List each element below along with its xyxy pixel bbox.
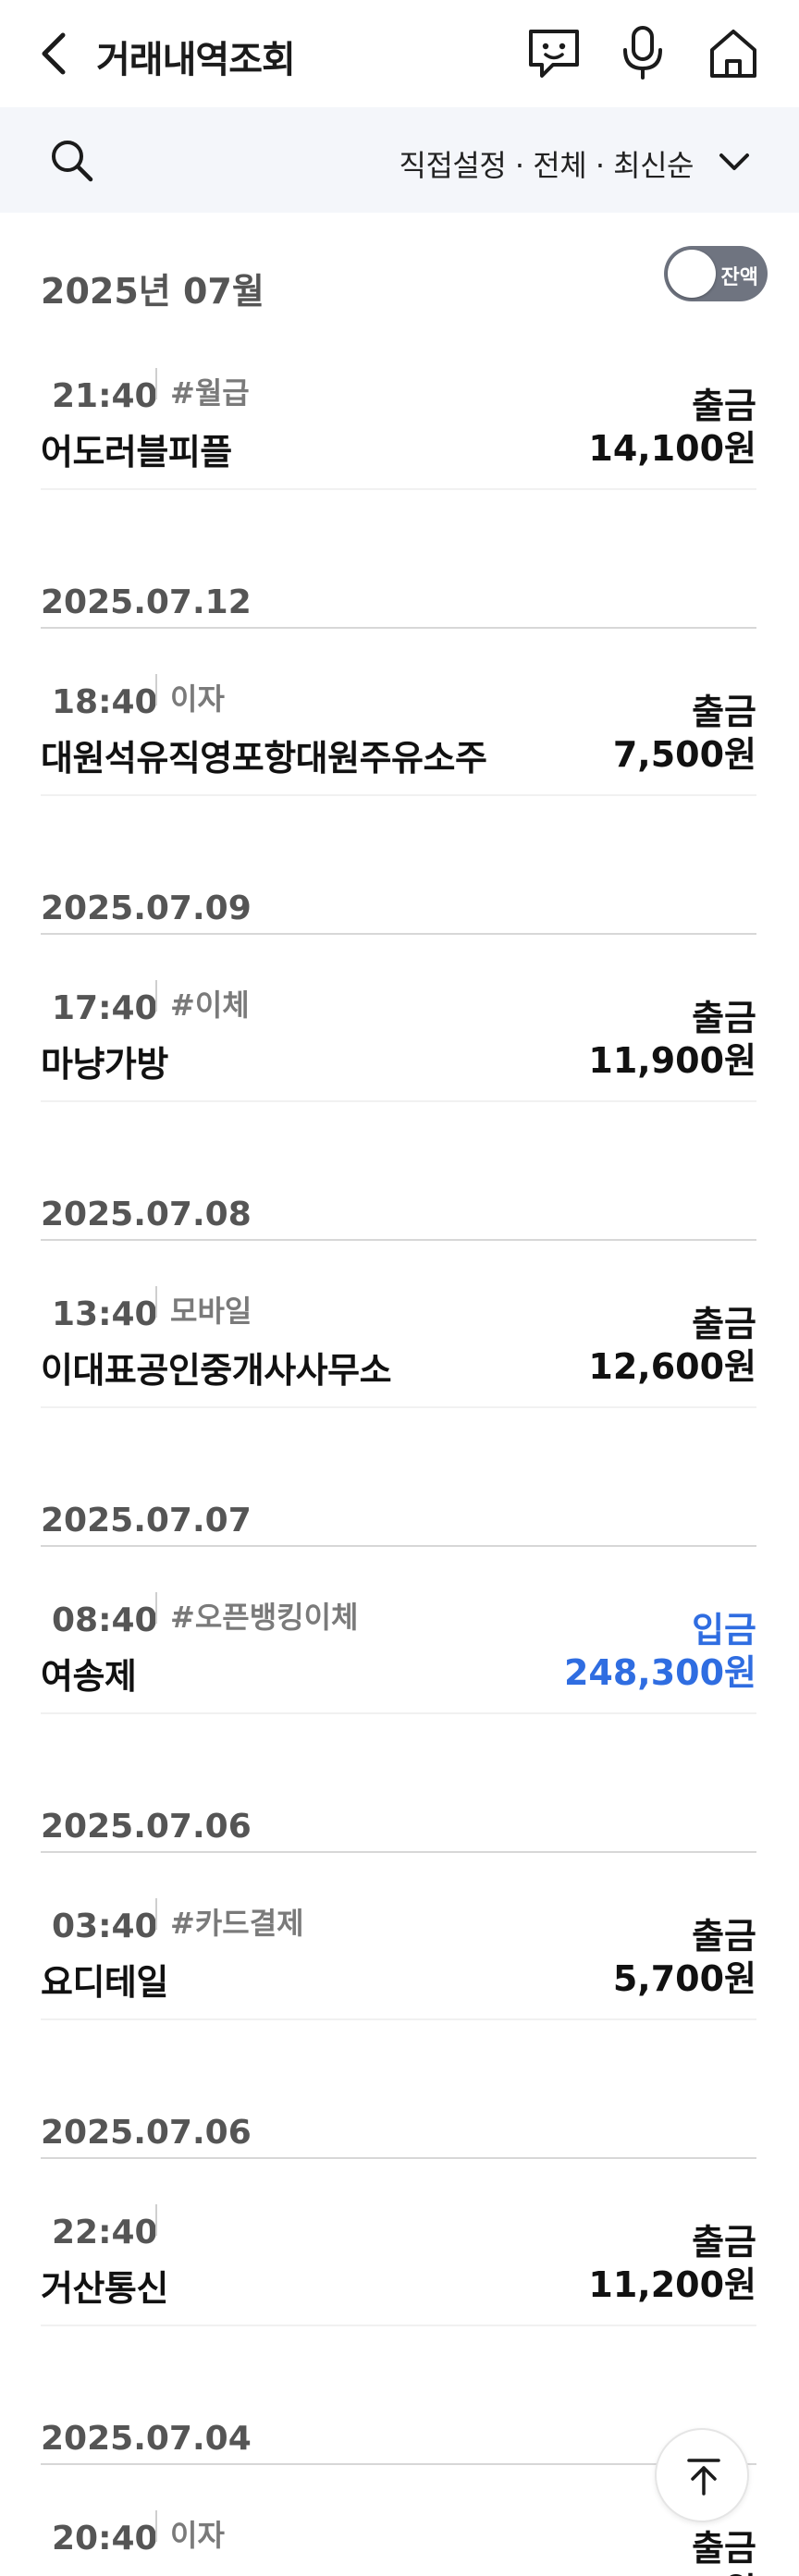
date-header: 2025.07.06 [41, 2114, 756, 2159]
transaction-counterparty: 카피앤프린트 [41, 2566, 232, 2576]
transaction-time: 08:40 [52, 1601, 158, 1639]
transaction-counterparty: 요디테일 [41, 1962, 168, 2003]
transaction-row[interactable]: 17:40 #이체 마냥가방 출금 11,900원 [41, 963, 756, 1102]
time-memo-divider [155, 1592, 157, 1624]
search-icon[interactable] [48, 137, 96, 185]
transaction-counterparty: 대원석유직영포항대원주유소주 [41, 738, 487, 779]
arrow-up-icon [687, 2459, 720, 2496]
toggle-knob [668, 250, 716, 298]
transaction-time: 03:40 [52, 1907, 158, 1945]
transaction-row[interactable]: 21:40 #월급 어도러블피플 출금 14,100원 [41, 351, 756, 490]
transaction-history-page: 거래내역조회 직접설정 · 전체 · 최신순 2025년 07월 잔액 21:4… [0, 0, 799, 2576]
transaction-memo: #카드결제 [170, 1906, 304, 1941]
filter-bar: 직접설정 · 전체 · 최신순 [0, 107, 799, 213]
transaction-time: 21:40 [52, 377, 158, 415]
date-header: 2025.07.08 [41, 1196, 756, 1241]
transaction-memo: 이자 [170, 2518, 225, 2553]
transaction-time: 22:40 [52, 2214, 158, 2251]
date-header: 2025.07.07 [41, 1502, 756, 1547]
transaction-memo: 모바일 [170, 1294, 252, 1329]
transaction-row[interactable]: 08:40 #오픈뱅킹이체 여송제 입금 248,300원 [41, 1576, 756, 1714]
chatbot-icon[interactable] [525, 24, 583, 81]
back-arrow-icon[interactable] [35, 28, 72, 80]
chevron-down-icon[interactable] [716, 148, 753, 176]
date-header: 2025.07.09 [41, 889, 756, 935]
transaction-row[interactable]: 22:40 거산통신 출금 11,200원 [41, 2188, 756, 2326]
date-header: 2025.07.04 [41, 2420, 756, 2465]
page-title: 거래내역조회 [96, 39, 296, 81]
month-header: 2025년 07월 [41, 271, 264, 312]
transaction-counterparty: 거산통신 [41, 2268, 168, 2309]
transaction-time: 13:40 [52, 1295, 158, 1333]
transaction-amount: 8,500원 [613, 2562, 756, 2576]
transaction-time: 17:40 [52, 989, 158, 1027]
transaction-time: 18:40 [52, 683, 158, 721]
transaction-memo: #이체 [170, 987, 250, 1023]
time-memo-divider [155, 368, 157, 399]
time-memo-divider [155, 980, 157, 1012]
transaction-amount: 5,700원 [612, 1958, 756, 1999]
filter-summary-button[interactable]: 직접설정 · 전체 · 최신순 [400, 142, 695, 185]
time-memo-divider [155, 2510, 157, 2542]
transaction-counterparty: 어도러블피플 [41, 432, 232, 472]
date-header: 2025.07.12 [41, 583, 756, 629]
transaction-counterparty: 이대표공인중개사사무소 [41, 1350, 392, 1391]
transaction-counterparty: 마냥가방 [41, 1044, 168, 1085]
transaction-amount: 14,100원 [588, 428, 756, 469]
transaction-row[interactable]: 03:40 #카드결제 요디테일 출금 5,700원 [41, 1882, 756, 2020]
balance-toggle[interactable]: 잔액 [664, 246, 768, 301]
time-memo-divider [155, 2204, 157, 2236]
transaction-memo: #월급 [170, 375, 250, 411]
transaction-row[interactable]: 20:40이자카피앤프린트출금8,500원 [41, 2494, 756, 2576]
microphone-icon[interactable] [614, 24, 671, 81]
transaction-amount: 12,600원 [588, 1346, 756, 1387]
time-memo-divider [155, 674, 157, 705]
transaction-time: 20:40 [52, 2520, 158, 2558]
scroll-to-top-button[interactable] [655, 2428, 749, 2522]
transaction-counterparty: 여송제 [41, 1656, 137, 1697]
transaction-memo: 이자 [170, 681, 225, 717]
time-memo-divider [155, 1286, 157, 1318]
transaction-memo: #오픈뱅킹이체 [170, 1600, 359, 1635]
balance-toggle-label: 잔액 [720, 266, 758, 289]
transaction-amount: 11,900원 [588, 1040, 756, 1081]
time-memo-divider [155, 1898, 157, 1930]
home-icon[interactable] [705, 24, 762, 81]
transaction-row[interactable]: 13:40 모바일 이대표공인중개사사무소 출금 12,600원 [41, 1270, 756, 1408]
transaction-amount: 11,200원 [588, 2264, 756, 2305]
top-app-bar: 거래내역조회 [0, 0, 799, 107]
transaction-amount: 7,500원 [612, 734, 756, 775]
transaction-amount: 248,300원 [563, 1652, 756, 1693]
transaction-row[interactable]: 18:40 이자 대원석유직영포항대원주유소주 출금 7,500원 [41, 657, 756, 796]
date-header: 2025.07.06 [41, 1808, 756, 1853]
